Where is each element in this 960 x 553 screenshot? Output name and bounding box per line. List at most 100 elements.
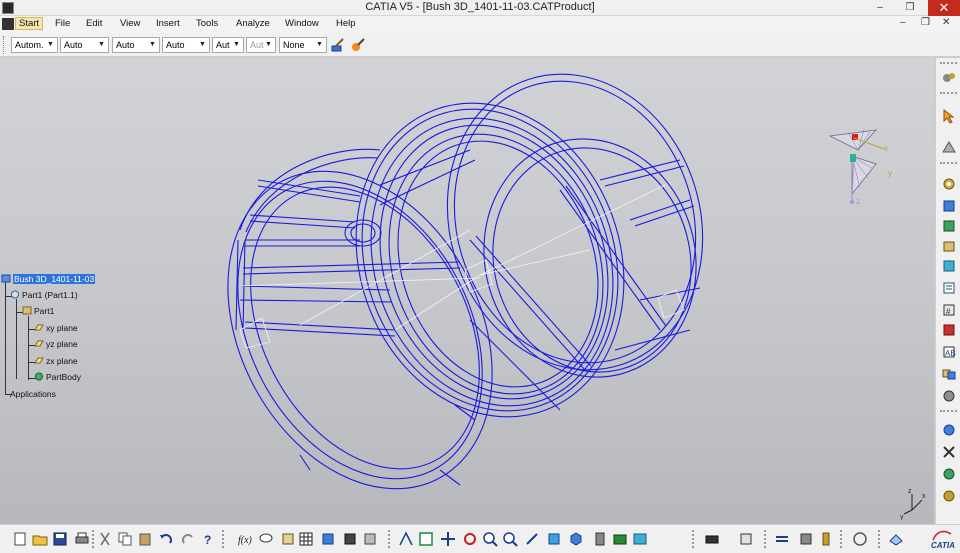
fly-icon[interactable] [342, 531, 358, 547]
painter-brush-icon[interactable] [330, 37, 346, 53]
fill-color-value: Autom. [15, 40, 44, 50]
fly-mode-icon[interactable] [941, 140, 957, 156]
format-painter-icon[interactable] [350, 37, 366, 53]
navigation-compass[interactable]: x y z [820, 124, 900, 214]
measure-icon[interactable] [704, 531, 720, 547]
save-icon[interactable] [52, 531, 68, 547]
update-icon[interactable] [632, 531, 648, 547]
print-icon[interactable] [74, 531, 90, 547]
publication-icon[interactable] [320, 531, 336, 547]
menu-start[interactable]: Start [15, 17, 44, 30]
line-thickness-dropdown[interactable]: Auto ▼ [112, 37, 160, 53]
open-icon[interactable] [32, 531, 48, 547]
shading-icon[interactable] [592, 531, 608, 547]
new-icon[interactable] [12, 531, 28, 547]
tree-root-product[interactable]: Bush 3D_1401-11-03 [1, 274, 96, 284]
formula-icon[interactable]: f(x) [238, 531, 254, 547]
camera-icon[interactable] [612, 531, 628, 547]
analysis-icon[interactable] [774, 531, 790, 547]
constraint-icon[interactable] [941, 488, 957, 504]
zoom-out-icon[interactable] [502, 531, 518, 547]
tree-part[interactable]: Part1 [22, 306, 54, 316]
catia-logo: CATIA [926, 528, 958, 552]
bottom-toolbar: ? f(x) CATIA [0, 524, 960, 553]
mdi-restore-button[interactable]: ❒ [921, 17, 930, 28]
redo-icon[interactable] [180, 531, 196, 547]
explode-icon[interactable] [941, 444, 957, 460]
line-type-value: Auto [166, 40, 185, 50]
material-icon[interactable] [818, 531, 834, 547]
point-symbol-dropdown[interactable]: Aut ▼ [212, 37, 244, 53]
tree-part-instance[interactable]: Part1 (Part1.1) [10, 290, 78, 300]
undo-icon[interactable] [158, 531, 174, 547]
pan-icon[interactable] [440, 531, 456, 547]
mdi-close-button[interactable]: ✕ [942, 17, 950, 28]
chevron-down-icon: ▼ [233, 41, 240, 48]
toolbar-separator [92, 530, 94, 548]
menu-view[interactable]: View [120, 18, 140, 29]
bush-wireframe-model[interactable] [0, 58, 934, 524]
rotate-icon[interactable] [462, 531, 478, 547]
comment-icon[interactable] [258, 531, 274, 547]
copy-icon[interactable] [117, 531, 133, 547]
mdi-minimize-button[interactable]: – [900, 17, 906, 28]
menu-edit[interactable]: Edit [86, 18, 102, 29]
catalog-icon[interactable] [280, 531, 296, 547]
toolbar-grip[interactable] [3, 36, 6, 54]
tree-zx-plane[interactable]: zx plane [34, 356, 78, 366]
normal-view-icon[interactable] [524, 531, 540, 547]
swap-visible-icon[interactable] [398, 531, 414, 547]
rendering-style-value: Aut [250, 40, 264, 50]
gear-new-component-icon[interactable] [941, 176, 957, 192]
replace-component-icon[interactable] [941, 258, 957, 274]
cube-view-icon[interactable] [568, 531, 584, 547]
sync-icon[interactable] [852, 531, 868, 547]
manipulation-icon[interactable] [941, 388, 957, 404]
snap-icon[interactable] [941, 422, 957, 438]
select-arrow-icon[interactable] [941, 108, 957, 124]
document-system-icon[interactable] [2, 18, 14, 30]
gear-new-part-icon[interactable] [941, 218, 957, 234]
part-design-icon[interactable] [941, 70, 957, 86]
paste-icon[interactable] [137, 531, 153, 547]
menu-analyze[interactable]: Analyze [236, 18, 270, 29]
multi-instantiation-icon[interactable] [941, 366, 957, 382]
gear-new-product-icon[interactable] [941, 198, 957, 214]
generate-numbering-icon[interactable]: # [941, 302, 957, 318]
tree-partbody[interactable]: PartBody [34, 372, 81, 382]
menu-help[interactable]: Help [336, 18, 356, 29]
layer-dropdown[interactable]: None ▼ [279, 37, 327, 53]
menu-tools[interactable]: Tools [196, 18, 218, 29]
menu-file[interactable]: File [55, 18, 70, 29]
whats-this-icon[interactable]: ? [202, 531, 218, 547]
tree-yz-plane[interactable]: yz plane [34, 339, 78, 349]
close-button[interactable]: ✕ [928, 0, 960, 16]
hide-show-icon[interactable] [362, 531, 378, 547]
existing-component-icon[interactable] [941, 238, 957, 254]
line-type-dropdown[interactable]: Auto ▼ [162, 37, 210, 53]
clash-icon[interactable] [941, 466, 957, 482]
menu-window[interactable]: Window [285, 18, 319, 29]
table-icon[interactable] [298, 531, 314, 547]
tree-part-instance-label: Part1 (Part1.1) [22, 290, 78, 300]
tree-applications[interactable]: Applications [10, 389, 56, 399]
zoom-in-icon[interactable] [482, 531, 498, 547]
selective-load-icon[interactable] [941, 322, 957, 338]
rendering-style-dropdown[interactable]: Aut ▼ [246, 37, 276, 53]
tree-xy-plane[interactable]: xy plane [34, 323, 78, 333]
tree-zx-plane-label: zx plane [46, 356, 78, 366]
minimize-button[interactable]: – [866, 0, 894, 16]
menu-insert[interactable]: Insert [156, 18, 180, 29]
eraser-icon[interactable] [888, 531, 904, 547]
transparency-dropdown[interactable]: Auto ▼ [60, 37, 109, 53]
fit-all-icon[interactable] [418, 531, 434, 547]
move-icon[interactable] [738, 531, 754, 547]
fill-color-dropdown[interactable]: Autom. ▼ [11, 37, 58, 53]
restore-button[interactable]: ❒ [896, 0, 924, 16]
manage-representations-icon[interactable]: AB [941, 344, 957, 360]
3d-viewport[interactable]: x y z x z y [0, 58, 934, 524]
sketch-icon[interactable] [798, 531, 814, 547]
graph-tree-reorder-icon[interactable] [941, 280, 957, 296]
iso-view-icon[interactable] [546, 531, 562, 547]
cut-icon[interactable] [97, 531, 113, 547]
